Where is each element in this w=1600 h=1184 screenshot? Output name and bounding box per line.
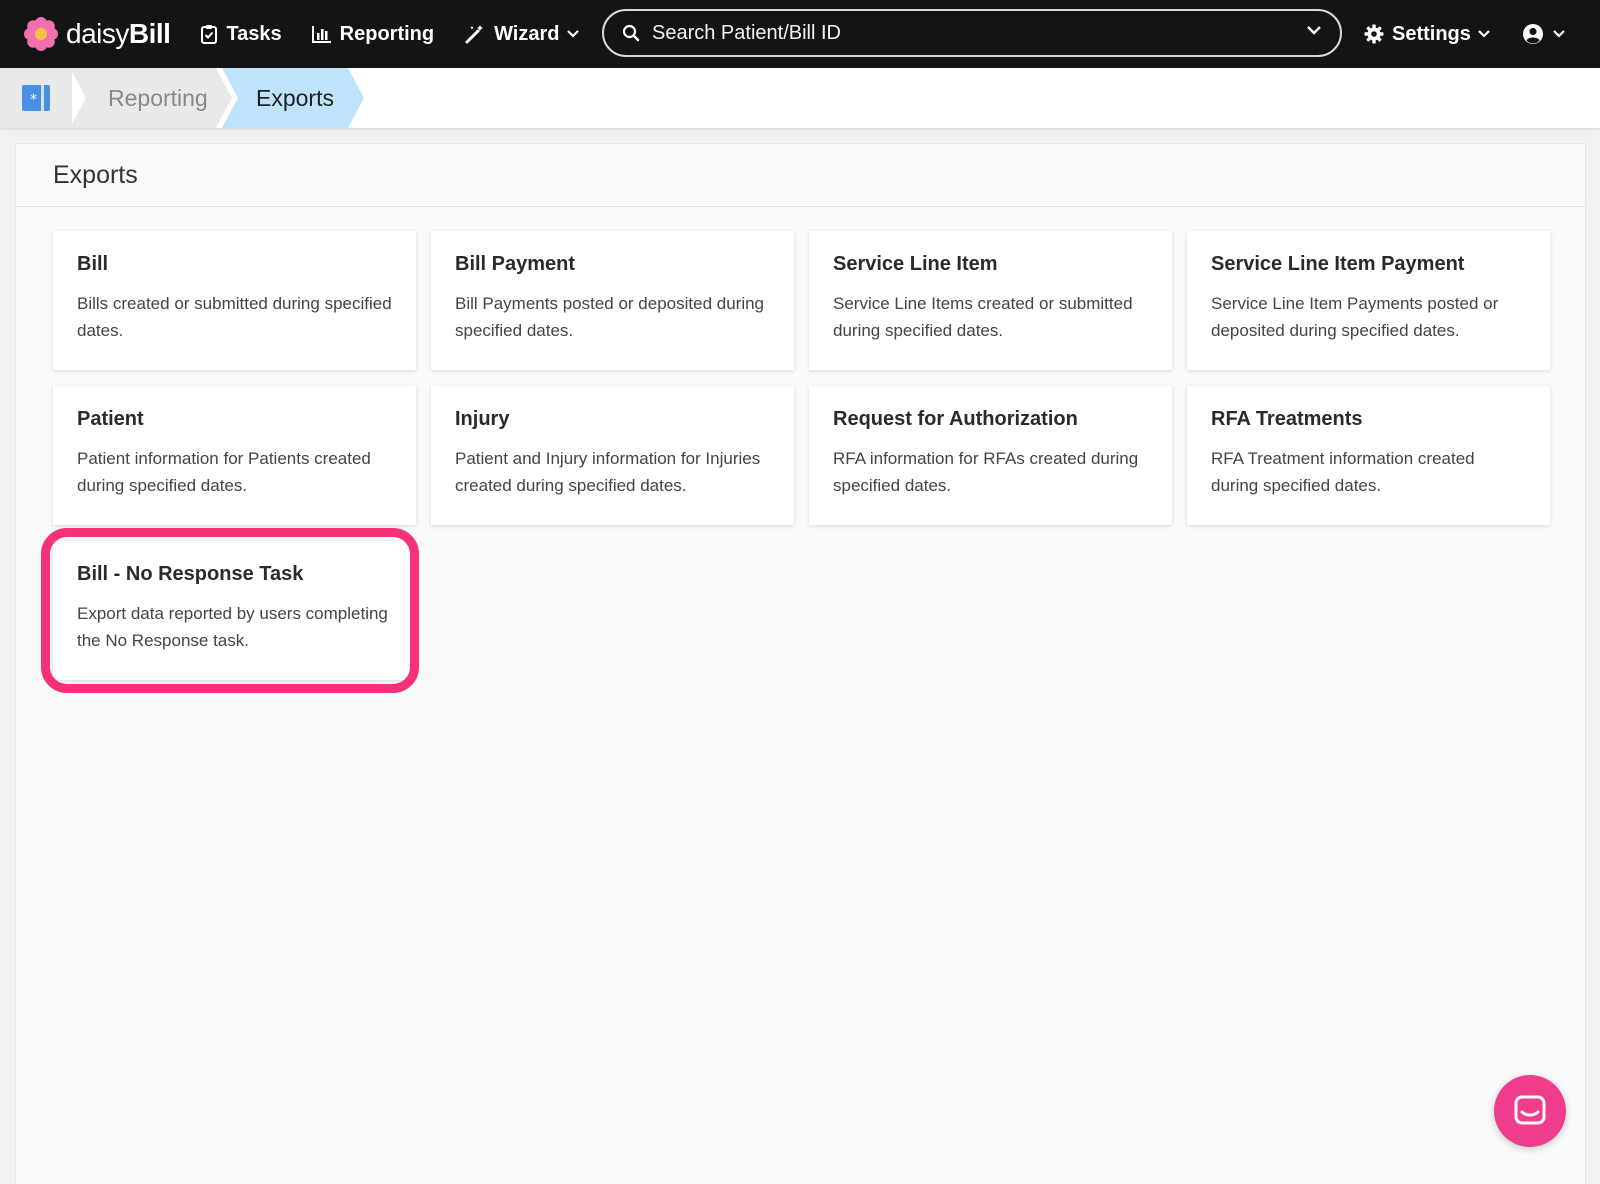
card-description: RFA Treatment information created during… bbox=[1211, 449, 1475, 495]
card-title: RFA Treatments bbox=[1211, 408, 1363, 430]
breadcrumb-exports[interactable]: Exports bbox=[222, 68, 364, 128]
breadcrumb-exports-label: Exports bbox=[256, 84, 334, 111]
user-menu[interactable] bbox=[1522, 0, 1566, 68]
export-card-request-for-authorization[interactable]: Request for Authorization RFA informatio… bbox=[809, 386, 1172, 525]
export-card-rfa-treatments[interactable]: RFA Treatments RFA Treatment information… bbox=[1187, 386, 1550, 525]
card-description: Patient and Injury information for Injur… bbox=[455, 449, 761, 495]
breadcrumb-home[interactable]: * bbox=[0, 68, 72, 128]
card-description: Service Line Item Payments posted or dep… bbox=[1211, 294, 1499, 340]
nav-reporting-label: Reporting bbox=[339, 22, 435, 45]
export-card-bill-no-response-task[interactable]: Bill - No Response Task Export data repo… bbox=[53, 541, 416, 680]
card-title: Service Line Item Payment bbox=[1211, 253, 1465, 275]
user-circle-icon bbox=[1523, 24, 1543, 44]
card-description: Bills created or submitted during specif… bbox=[77, 294, 392, 340]
export-card-bill[interactable]: Bill Bills created or submitted during s… bbox=[53, 231, 416, 370]
bill-book-icon: * bbox=[22, 85, 50, 111]
export-card-injury[interactable]: Injury Patient and Injury information fo… bbox=[431, 386, 794, 525]
breadcrumb: * Reporting Exports bbox=[0, 68, 1600, 128]
magic-wand-icon bbox=[465, 25, 484, 44]
breadcrumb-reporting-label: Reporting bbox=[108, 84, 208, 111]
card-description: Export data reported by users completing… bbox=[77, 604, 388, 650]
export-card-service-line-item-payment[interactable]: Service Line Item Payment Service Line I… bbox=[1187, 231, 1550, 370]
search-input[interactable] bbox=[652, 21, 1272, 45]
nav-reporting[interactable]: Reporting bbox=[311, 22, 435, 46]
app-window: daisyBill Tasks Reporting Wizard Search … bbox=[0, 0, 1600, 1184]
card-description: Patient information for Patients created… bbox=[77, 449, 371, 495]
nav-wizard[interactable]: Wizard bbox=[464, 23, 579, 46]
chevron-down-icon bbox=[566, 30, 579, 38]
card-title: Injury bbox=[455, 408, 510, 430]
card-title: Bill bbox=[77, 253, 109, 275]
chevron-down-icon bbox=[1478, 30, 1490, 38]
daisy-flower-icon bbox=[24, 17, 58, 51]
export-card-patient[interactable]: Patient Patient information for Patients… bbox=[53, 386, 416, 525]
nav-wizard-label: Wizard bbox=[494, 22, 560, 45]
daisybill-logo[interactable]: daisyBill bbox=[24, 0, 171, 68]
card-description: Service Line Items created or submitted … bbox=[833, 294, 1133, 340]
top-navigation: daisyBill Tasks Reporting Wizard Search … bbox=[0, 0, 1600, 68]
chevron-down-icon bbox=[1553, 30, 1565, 38]
export-card-service-line-item[interactable]: Service Line Item Service Line Items cre… bbox=[809, 231, 1172, 370]
card-description: RFA information for RFAs created during … bbox=[833, 449, 1139, 495]
page-title: Exports bbox=[16, 144, 1585, 207]
nav-tasks-label: Tasks bbox=[226, 22, 282, 45]
card-title: Request for Authorization bbox=[833, 408, 1078, 430]
clipboard-check-icon bbox=[201, 25, 218, 44]
nav-settings-label: Settings bbox=[1392, 22, 1471, 45]
bar-chart-icon bbox=[311, 26, 331, 43]
card-title: Patient bbox=[77, 408, 144, 430]
card-title: Bill - No Response Task bbox=[77, 563, 304, 585]
export-card-bill-payment[interactable]: Bill Payment Bill Payments posted or dep… bbox=[431, 231, 794, 370]
card-title: Bill Payment bbox=[455, 253, 576, 275]
nav-tasks[interactable]: Tasks bbox=[200, 22, 282, 46]
gear-icon bbox=[1364, 24, 1384, 44]
svg-text:*: * bbox=[30, 92, 37, 108]
nav-settings[interactable]: Settings bbox=[1364, 0, 1491, 68]
breadcrumb-reporting[interactable]: Reporting bbox=[70, 68, 232, 128]
exports-panel: Exports Bill Bills created or submitted … bbox=[15, 143, 1586, 1184]
patient-bill-search[interactable] bbox=[602, 9, 1342, 57]
card-title: Service Line Item bbox=[833, 253, 998, 275]
chat-icon bbox=[1514, 1095, 1546, 1125]
logo-text: daisyBill bbox=[66, 18, 171, 49]
chevron-down-icon[interactable] bbox=[1306, 25, 1322, 37]
card-description: Bill Payments posted or deposited during… bbox=[455, 294, 765, 340]
search-icon bbox=[622, 24, 640, 42]
chat-launcher-button[interactable] bbox=[1494, 1075, 1566, 1147]
